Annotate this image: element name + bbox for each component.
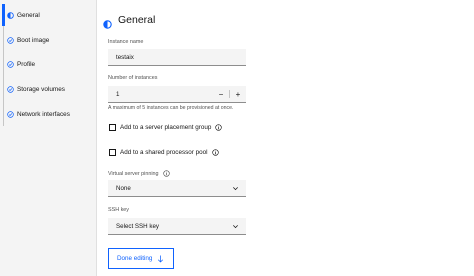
number-of-instances-label: Number of instances [108,75,158,81]
ssh-key-value: Select SSH key [116,222,159,230]
server-pinning-label-row: Virtual server pinning [108,170,170,177]
sidebar-item-label: Profile [17,60,36,68]
ssh-key-label: SSH key [108,207,129,213]
sidebar-item-general[interactable]: General [7,8,40,22]
instances-helper-text: A maximum of 5 instances can be provisio… [108,105,234,111]
section-title: General [118,14,156,26]
number-of-instances-value: 1 [116,90,120,98]
info-icon[interactable] [211,149,219,156]
chevron-down-icon [232,223,239,230]
shared-pool-label: Add to a shared processor pool [120,149,208,156]
sidebar-item-network-interfaces[interactable]: Network interfaces [7,107,70,121]
sidebar-item-boot-image[interactable]: Boot image [7,33,49,47]
sidebar-item-label: General [17,11,40,19]
info-icon[interactable] [215,124,223,131]
checkmark-circle-icon [7,85,14,93]
shared-pool-checkbox[interactable] [109,149,116,156]
server-pinning-select[interactable]: None [108,180,246,197]
checkmark-circle-icon [7,110,14,118]
create-instance-panel: General Boot image Profile Storage volum… [0,0,474,276]
done-editing-label: Done editing [117,255,153,262]
placement-group-option[interactable]: Add to a server placement group [109,124,223,131]
placement-group-checkbox[interactable] [109,124,116,131]
instance-name-label: Instance name [108,39,144,45]
sidebar-item-storage-volumes[interactable]: Storage volumes [7,82,65,96]
ssh-key-select[interactable]: Select SSH key [108,218,246,235]
half-circle-icon [7,11,14,19]
half-circle-icon [103,16,112,29]
general-form-card: General Instance name testaix Number of … [96,0,474,276]
shared-pool-option[interactable]: Add to a shared processor pool [109,149,219,156]
sidebar-item-label: Storage volumes [17,85,65,93]
checkmark-circle-icon [7,36,14,44]
server-pinning-value: None [116,184,131,192]
active-step-indicator [2,4,5,26]
chevron-down-icon [232,185,239,192]
checkmark-circle-icon [7,60,14,68]
sidebar-item-profile[interactable]: Profile [7,57,35,71]
number-of-instances-stepper[interactable]: 1 − + [108,86,246,103]
instance-name-value: testaix [116,53,134,61]
instance-name-input[interactable]: testaix [108,49,246,66]
info-icon[interactable] [162,170,170,177]
section-header: General [103,14,156,29]
placement-group-label: Add to a server placement group [120,124,212,131]
arrow-down-icon [157,255,164,263]
done-editing-button[interactable]: Done editing [108,248,174,269]
sidebar-item-label: Network interfaces [17,110,70,118]
decrement-button[interactable]: − [213,86,229,102]
progress-sidebar: General Boot image Profile Storage volum… [0,0,96,276]
sidebar-item-label: Boot image [17,36,50,44]
server-pinning-label: Virtual server pinning [108,170,159,177]
stepper-controls: − + [213,86,246,102]
increment-button[interactable]: + [230,86,246,102]
